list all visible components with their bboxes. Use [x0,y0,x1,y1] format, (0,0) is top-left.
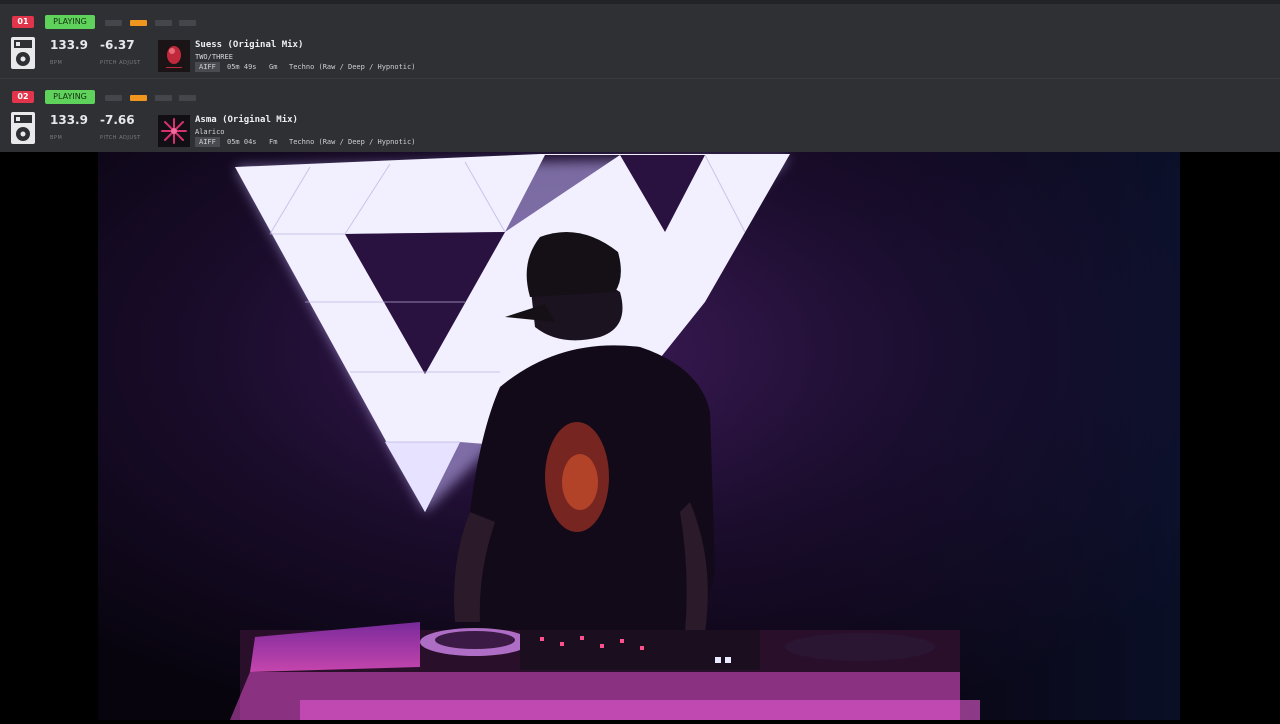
track-duration: 05m 49s [227,63,257,71]
beat-indicator-active [130,95,147,101]
beat-indicator [179,95,196,101]
beat-indicator [155,95,172,101]
bpm-value: 133.9 [50,38,88,52]
track-genre: Techno (Raw / Deep / Hypnotic) [289,138,416,146]
deck-number-badge: 01 [12,16,34,28]
track-key: Gm [269,63,278,71]
album-art [158,40,190,72]
pitch-value: -6.37 [100,38,135,52]
dj-stage-scene [0,152,1280,720]
bpm-value: 133.9 [50,113,88,127]
pitch-label: PITCH ADJUST [100,135,141,141]
dj-video-frame [0,152,1280,720]
dj-controller-setup [230,622,980,720]
beat-indicator-active [130,20,147,26]
album-art [158,115,190,147]
track-artist: Alarico [195,128,225,136]
cdj-player-icon [11,37,35,69]
beat-indicator [179,20,196,26]
pitch-value: -7.66 [100,113,135,127]
pitch-label: PITCH ADJUST [100,60,141,66]
track-title: Asma (Original Mix) [195,115,298,125]
track-genre: Techno (Raw / Deep / Hypnotic) [289,63,416,71]
beat-indicator [105,20,122,26]
track-artist: TWO/THREE [195,53,233,61]
deck-number-badge: 02 [12,91,34,103]
file-format-badge: AIFF [195,62,220,72]
playing-status-badge: PLAYING [45,90,95,104]
track-key: Fm [269,138,278,146]
deck-panel: 01 PLAYING 133.9 BPM -6.37 PITCH ADJUST … [0,4,1280,78]
file-format-badge: AIFF [195,137,220,147]
bpm-label: BPM [50,135,63,141]
beat-indicator [155,20,172,26]
bpm-label: BPM [50,60,63,66]
track-duration: 05m 04s [227,138,257,146]
playing-status-badge: PLAYING [45,15,95,29]
now-playing-overlay: 01 PLAYING 133.9 BPM -6.37 PITCH ADJUST … [0,0,1280,152]
beat-indicator [105,95,122,101]
deck-panel: 02 PLAYING 133.9 BPM -7.66 PITCH ADJUST [0,78,1280,153]
track-title: Suess (Original Mix) [195,40,304,50]
cdj-player-icon [11,112,35,144]
